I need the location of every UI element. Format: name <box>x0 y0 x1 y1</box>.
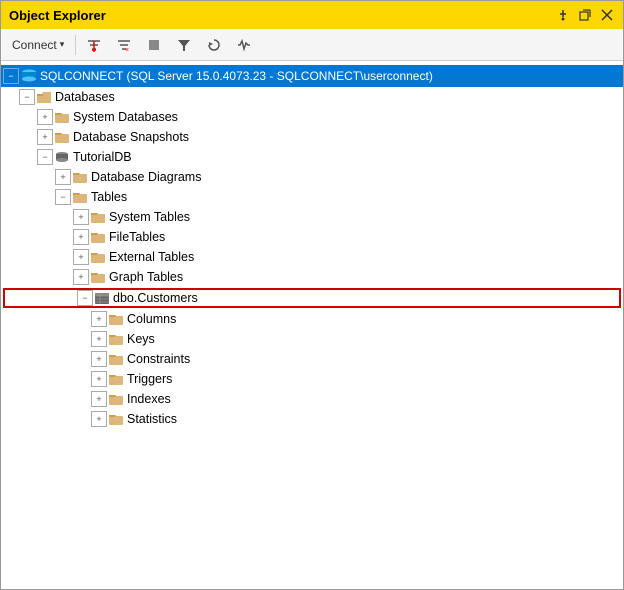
dbo-customers-label: dbo.Customers <box>113 291 198 305</box>
tutorialdb-expand[interactable] <box>37 149 53 165</box>
connect-label: Connect <box>12 38 57 52</box>
tree-item-keys[interactable]: Keys <box>1 329 623 349</box>
title-bar: Object Explorer <box>1 1 623 29</box>
tables-expand[interactable] <box>55 189 71 205</box>
connection-expand[interactable] <box>3 68 19 84</box>
database-icon <box>21 69 37 83</box>
refresh-button[interactable] <box>200 33 228 57</box>
constraints-label: Constraints <box>127 352 190 366</box>
folder-icon-tables <box>72 191 88 204</box>
system-databases-label: System Databases <box>73 110 178 124</box>
stop-icon <box>147 38 161 52</box>
graph-tables-expand[interactable] <box>73 269 89 285</box>
tree-item-filetables[interactable]: FileTables <box>1 227 623 247</box>
folder-icon-external-tables <box>90 251 106 264</box>
folder-icon-system-databases <box>54 111 70 124</box>
dbo-customers-expand[interactable] <box>77 290 93 306</box>
tree-item-triggers[interactable]: Triggers <box>1 369 623 389</box>
object-explorer-window: Object Explorer Connect ▾ <box>0 0 624 590</box>
folder-icon-indexes <box>108 393 124 406</box>
keys-expand[interactable] <box>91 331 107 347</box>
filter-settings-icon: × <box>117 38 131 52</box>
window-controls <box>555 7 615 23</box>
close-button[interactable] <box>599 7 615 23</box>
folder-icon-triggers <box>108 373 124 386</box>
database-snapshots-label: Database Snapshots <box>73 130 189 144</box>
filter-button-2[interactable]: × <box>110 33 138 57</box>
folder-icon-constraints <box>108 353 124 366</box>
table-icon-dbo-customers <box>94 292 110 305</box>
folder-icon-statistics <box>108 413 124 426</box>
tree-item-databases[interactable]: Databases <box>1 87 623 107</box>
stop-button[interactable] <box>140 33 168 57</box>
keys-label: Keys <box>127 332 155 346</box>
activity-icon <box>237 38 251 52</box>
database-snapshots-expand[interactable] <box>37 129 53 145</box>
indexes-expand[interactable] <box>91 391 107 407</box>
system-tables-label: System Tables <box>109 210 190 224</box>
tree-item-system-tables[interactable]: System Tables <box>1 207 623 227</box>
databases-expand[interactable] <box>19 89 35 105</box>
system-databases-expand[interactable] <box>37 109 53 125</box>
tree-item-dbo-customers[interactable]: dbo.Customers <box>3 288 621 308</box>
filter2-icon <box>177 38 191 52</box>
filter-button-3[interactable] <box>170 33 198 57</box>
tree-item-indexes[interactable]: Indexes <box>1 389 623 409</box>
folder-icon-graph-tables <box>90 271 106 284</box>
filter-button-1[interactable] <box>80 33 108 57</box>
tree-item-system-databases[interactable]: System Databases <box>1 107 623 127</box>
folder-icon-database-diagrams <box>72 171 88 184</box>
triggers-expand[interactable] <box>91 371 107 387</box>
tree-item-tutorialdb[interactable]: TutorialDB <box>1 147 623 167</box>
system-tables-expand[interactable] <box>73 209 89 225</box>
tree-item-constraints[interactable]: Constraints <box>1 349 623 369</box>
tree-item-graph-tables[interactable]: Graph Tables <box>1 267 623 287</box>
svg-text:×: × <box>125 47 129 52</box>
tree-item-external-tables[interactable]: External Tables <box>1 247 623 267</box>
folder-icon-databases <box>36 91 52 104</box>
triggers-label: Triggers <box>127 372 172 386</box>
filetables-label: FileTables <box>109 230 165 244</box>
columns-label: Columns <box>127 312 176 326</box>
toolbar: Connect ▾ × <box>1 29 623 61</box>
tables-label: Tables <box>91 190 127 204</box>
external-tables-label: External Tables <box>109 250 194 264</box>
constraints-expand[interactable] <box>91 351 107 367</box>
external-tables-expand[interactable] <box>73 249 89 265</box>
columns-expand[interactable] <box>91 311 107 327</box>
databases-label: Databases <box>55 90 115 104</box>
tree-item-database-snapshots[interactable]: Database Snapshots <box>1 127 623 147</box>
connection-label: SQLCONNECT (SQL Server 15.0.4073.23 - SQ… <box>40 69 433 83</box>
refresh-icon <box>207 38 221 52</box>
folder-icon-keys <box>108 333 124 346</box>
float-button[interactable] <box>577 7 593 23</box>
statistics-label: Statistics <box>127 412 177 426</box>
pin-button[interactable] <box>555 7 571 23</box>
window-title: Object Explorer <box>9 8 106 23</box>
database-diagrams-label: Database Diagrams <box>91 170 201 184</box>
folder-icon-columns <box>108 313 124 326</box>
tree-item-statistics[interactable]: Statistics <box>1 409 623 429</box>
statistics-expand[interactable] <box>91 411 107 427</box>
tree-item-columns[interactable]: Columns <box>1 309 623 329</box>
activity-button[interactable] <box>230 33 258 57</box>
connect-dropdown-icon: ▾ <box>60 39 65 50</box>
graph-tables-label: Graph Tables <box>109 270 183 284</box>
connect-button[interactable]: Connect ▾ <box>5 33 71 57</box>
tree-item-tables[interactable]: Tables <box>1 187 623 207</box>
tree-container[interactable]: SQLCONNECT (SQL Server 15.0.4073.23 - SQ… <box>1 61 623 589</box>
folder-icon-filetables <box>90 231 106 244</box>
toolbar-separator-1 <box>75 35 76 55</box>
folder-icon-system-tables <box>90 211 106 224</box>
connection-root[interactable]: SQLCONNECT (SQL Server 15.0.4073.23 - SQ… <box>1 65 623 87</box>
database-diagrams-expand[interactable] <box>55 169 71 185</box>
indexes-label: Indexes <box>127 392 171 406</box>
filter-icon <box>87 38 101 52</box>
filetables-expand[interactable] <box>73 229 89 245</box>
tutorialdb-icon <box>54 151 70 164</box>
folder-icon-database-snapshots <box>54 131 70 144</box>
tree-item-database-diagrams[interactable]: Database Diagrams <box>1 167 623 187</box>
tutorialdb-label: TutorialDB <box>73 150 132 164</box>
